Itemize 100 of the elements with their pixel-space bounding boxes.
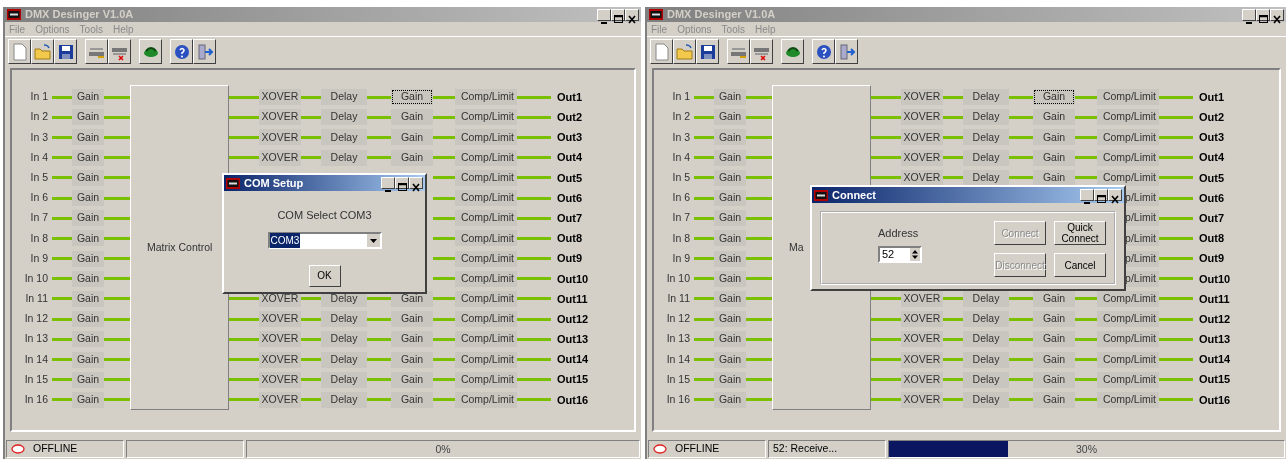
comp-limit-button[interactable]: Comp/Limit [455, 290, 517, 307]
comp-limit-button[interactable]: Comp/Limit [1097, 109, 1159, 126]
comp-limit-button[interactable]: Comp/Limit [1097, 89, 1159, 106]
xover-button[interactable]: XOVER [259, 331, 301, 348]
toolbar-button[interactable] [31, 39, 54, 64]
comp-limit-button[interactable]: Comp/Limit [455, 371, 517, 388]
gain-button[interactable]: Gain [1033, 89, 1075, 106]
comp-limit-button[interactable]: Comp/Limit [1097, 391, 1159, 408]
delay-button[interactable]: Delay [963, 89, 1009, 106]
gain-button[interactable]: Gain [391, 149, 433, 166]
xover-button[interactable]: XOVER [259, 129, 301, 146]
gain-button[interactable]: Gain [714, 311, 746, 328]
comp-limit-button[interactable]: Comp/Limit [455, 190, 517, 207]
delay-button[interactable]: Delay [963, 149, 1009, 166]
gain-button[interactable]: Gain [714, 109, 746, 126]
comp-limit-button[interactable]: Comp/Limit [1097, 149, 1159, 166]
xover-button[interactable]: XOVER [259, 109, 301, 126]
toolbar-button[interactable] [835, 39, 858, 64]
toolbar-button[interactable] [170, 39, 193, 64]
comp-limit-button[interactable]: Comp/Limit [455, 129, 517, 146]
toolbar-button[interactable] [54, 39, 77, 64]
delay-button[interactable]: Delay [963, 391, 1009, 408]
minimize-button[interactable] [1080, 189, 1094, 201]
xover-button[interactable]: XOVER [259, 149, 301, 166]
gain-button[interactable]: Gain [714, 149, 746, 166]
close-button[interactable] [409, 177, 423, 189]
gain-button[interactable]: Gain [1033, 371, 1075, 388]
quick-connect-button[interactable]: Quick Connect [1054, 221, 1106, 245]
xover-button[interactable]: XOVER [901, 149, 943, 166]
delay-button[interactable]: Delay [321, 89, 367, 106]
gain-button[interactable]: Gain [72, 169, 104, 186]
cancel-button[interactable]: Cancel [1054, 253, 1106, 277]
maximize-button[interactable] [1256, 8, 1270, 21]
delay-button[interactable]: Delay [963, 109, 1009, 126]
xover-button[interactable]: XOVER [901, 129, 943, 146]
ok-button[interactable]: OK [308, 264, 341, 287]
comp-limit-button[interactable]: Comp/Limit [1097, 169, 1159, 186]
gain-button[interactable]: Gain [714, 331, 746, 348]
maximize-button[interactable] [1094, 189, 1108, 201]
xover-button[interactable]: XOVER [901, 371, 943, 388]
gain-button[interactable]: Gain [714, 129, 746, 146]
gain-button[interactable]: Gain [72, 89, 104, 106]
delay-button[interactable]: Delay [321, 391, 367, 408]
delay-button[interactable]: Delay [963, 129, 1009, 146]
close-button[interactable] [1108, 189, 1122, 201]
toolbar-button[interactable] [8, 39, 31, 64]
gain-button[interactable]: Gain [1033, 149, 1075, 166]
comp-limit-button[interactable]: Comp/Limit [455, 230, 517, 247]
gain-button[interactable]: Gain [72, 391, 104, 408]
gain-button[interactable]: Gain [391, 351, 433, 368]
port-dropdown[interactable]: COM3 [267, 231, 382, 249]
gain-button[interactable]: Gain [391, 371, 433, 388]
maximize-button[interactable] [395, 177, 409, 189]
comp-limit-button[interactable]: Comp/Limit [455, 311, 517, 328]
xover-button[interactable]: XOVER [259, 391, 301, 408]
comp-limit-button[interactable]: Comp/Limit [1097, 311, 1159, 328]
gain-button[interactable]: Gain [714, 290, 746, 307]
delay-button[interactable]: Delay [963, 311, 1009, 328]
toolbar-button[interactable] [781, 39, 804, 64]
xover-button[interactable]: XOVER [901, 89, 943, 106]
gain-button[interactable]: Gain [714, 169, 746, 186]
gain-button[interactable]: Gain [714, 190, 746, 207]
gain-button[interactable]: Gain [1033, 311, 1075, 328]
delay-button[interactable]: Delay [321, 331, 367, 348]
minimize-button[interactable] [597, 8, 611, 21]
xover-button[interactable]: XOVER [901, 169, 943, 186]
toolbar-button[interactable] [696, 39, 719, 64]
gain-button[interactable]: Gain [72, 351, 104, 368]
xover-button[interactable]: XOVER [259, 371, 301, 388]
gain-button[interactable]: Gain [714, 351, 746, 368]
xover-button[interactable]: XOVER [901, 351, 943, 368]
toolbar-button[interactable] [750, 39, 773, 64]
gain-button[interactable]: Gain [714, 230, 746, 247]
close-button[interactable] [1270, 8, 1284, 21]
gain-button[interactable]: Gain [72, 230, 104, 247]
gain-button[interactable]: Gain [72, 371, 104, 388]
gain-button[interactable]: Gain [714, 89, 746, 106]
comp-limit-button[interactable]: Comp/Limit [455, 391, 517, 408]
minimize-button[interactable] [1242, 8, 1256, 21]
maximize-button[interactable] [611, 8, 625, 21]
xover-button[interactable]: XOVER [901, 109, 943, 126]
xover-button[interactable]: XOVER [259, 351, 301, 368]
gain-button[interactable]: Gain [1033, 129, 1075, 146]
gain-button[interactable]: Gain [714, 250, 746, 267]
toolbar-button[interactable] [673, 39, 696, 64]
gain-button[interactable]: Gain [391, 331, 433, 348]
gain-button[interactable]: Gain [72, 190, 104, 207]
delay-button[interactable]: Delay [321, 109, 367, 126]
gain-button[interactable]: Gain [714, 270, 746, 287]
delay-button[interactable]: Delay [321, 149, 367, 166]
gain-button[interactable]: Gain [72, 149, 104, 166]
xover-button[interactable]: XOVER [259, 311, 301, 328]
minimize-button[interactable] [381, 177, 395, 189]
gain-button[interactable]: Gain [72, 290, 104, 307]
gain-button[interactable]: Gain [1033, 391, 1075, 408]
gain-button[interactable]: Gain [72, 129, 104, 146]
delay-button[interactable]: Delay [321, 311, 367, 328]
comp-limit-button[interactable]: Comp/Limit [455, 109, 517, 126]
gain-button[interactable]: Gain [1033, 331, 1075, 348]
delay-button[interactable]: Delay [963, 331, 1009, 348]
